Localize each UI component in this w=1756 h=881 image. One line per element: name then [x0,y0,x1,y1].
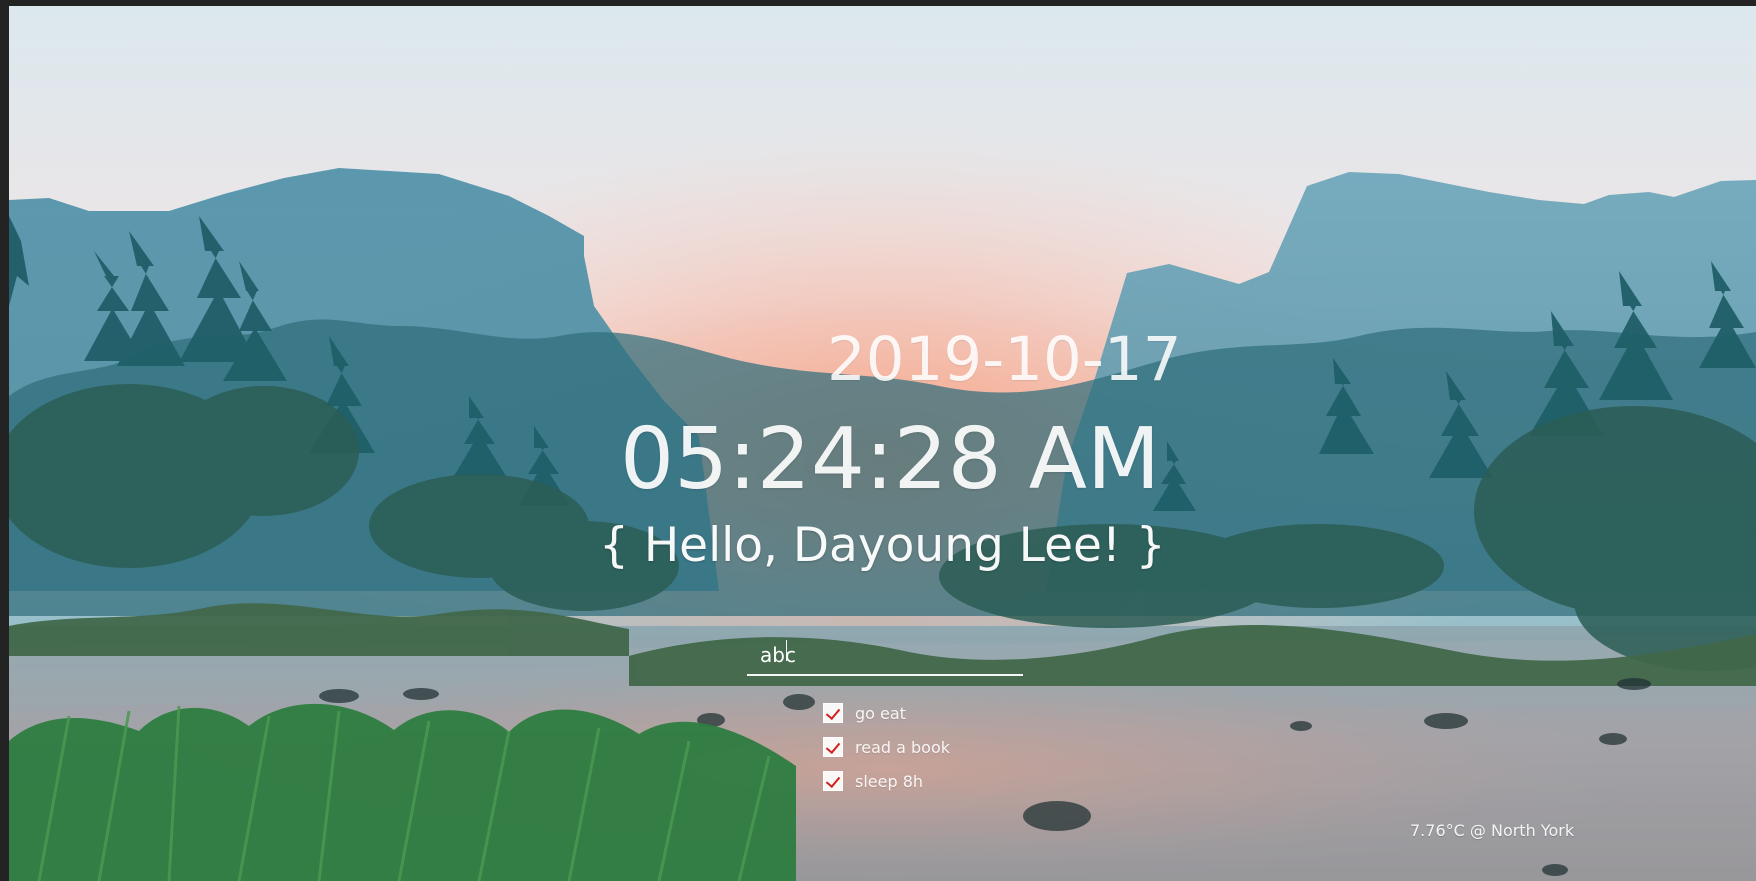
checkbox-checked-icon[interactable] [823,737,843,757]
list-item[interactable]: sleep 8h [823,764,950,798]
list-item[interactable]: go eat [823,696,950,730]
todo-item-label: sleep 8h [855,771,924,791]
todo-item-label: read a book [855,737,951,757]
greeting-text: { Hello, Dayoung Lee! } [599,518,1166,573]
date-display: 2019-10-17 [827,324,1182,395]
time-display: 05:24:28 AM [620,410,1161,509]
checkbox-checked-icon[interactable] [823,771,843,791]
todo-list: go eat read a book sleep 8h [823,696,950,798]
weather-display: 7.76°C @ North York [1410,821,1575,840]
todo-input[interactable] [747,631,1023,674]
text-caret [786,640,787,661]
todo-item-label: go eat [855,703,906,723]
list-item[interactable]: read a book [823,730,950,764]
new-tab-overlay: 2019-10-17 05:24:28 AM { Hello, Dayoung … [9,6,1756,881]
todo-input-container [747,631,1023,676]
app-window: 2019-10-17 05:24:28 AM { Hello, Dayoung … [9,6,1756,881]
checkbox-checked-icon[interactable] [823,703,843,723]
